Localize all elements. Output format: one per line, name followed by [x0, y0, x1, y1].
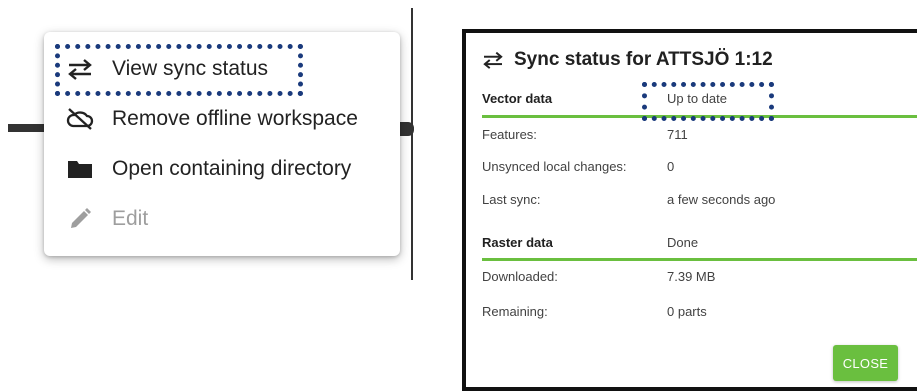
- background-divider: [8, 124, 48, 132]
- sync-arrows-icon: [482, 50, 506, 70]
- info-row-downloaded: Downloaded: 7.39 MB: [482, 269, 917, 299]
- section-divider: [482, 258, 917, 261]
- row-key: Unsynced local changes:: [482, 159, 627, 174]
- row-value: a few seconds ago: [667, 192, 776, 207]
- section-divider: [482, 115, 917, 118]
- section-heading: Raster data: [482, 235, 553, 250]
- menu-item-label: Open containing directory: [112, 157, 352, 180]
- row-value: 0: [667, 159, 675, 174]
- info-row-last-sync: Last sync: a few seconds ago: [482, 192, 917, 222]
- row-value: 711: [667, 127, 688, 142]
- row-key: Remaining:: [482, 304, 548, 319]
- cloud-off-icon: [66, 105, 94, 133]
- info-row-remaining: Remaining: 0 parts: [482, 304, 917, 334]
- row-value: 7.39 MB: [667, 269, 716, 284]
- menu-item-label: View sync status: [112, 57, 269, 80]
- menu-item-view-sync-status[interactable]: View sync status: [44, 44, 400, 94]
- background-handle: [400, 122, 414, 136]
- info-row-features: Features: 711: [482, 127, 917, 157]
- dialog-title: Sync status for ATTSJÖ 1:12: [482, 49, 773, 71]
- section-heading: Vector data: [482, 91, 553, 106]
- row-key: Last sync:: [482, 192, 541, 207]
- folder-icon: [66, 155, 94, 183]
- context-menu: View sync status Remove offline workspac…: [44, 32, 400, 256]
- info-row-unsynced-changes: Unsynced local changes: 0: [482, 159, 917, 189]
- status-value: Done: [667, 235, 699, 250]
- row-key: Features:: [482, 127, 537, 142]
- menu-item-label: Remove offline workspace: [112, 107, 358, 130]
- menu-item-remove-offline-workspace[interactable]: Remove offline workspace: [44, 94, 400, 144]
- pencil-icon: [66, 205, 94, 233]
- sync-status-dialog: Sync status for ATTSJÖ 1:12 Vector data …: [466, 33, 917, 387]
- menu-item-edit[interactable]: Edit: [44, 194, 400, 244]
- close-button[interactable]: CLOSE: [833, 345, 898, 381]
- menu-item-label: Edit: [112, 207, 149, 230]
- menu-item-open-containing-directory[interactable]: Open containing directory: [44, 144, 400, 194]
- row-value: 0 parts: [667, 304, 707, 319]
- sync-arrows-icon: [66, 55, 94, 83]
- background-divider-vertical: [411, 8, 413, 280]
- status-value: Up to date: [667, 91, 727, 106]
- dialog-title-text: Sync status for ATTSJÖ 1:12: [514, 49, 773, 70]
- row-key: Downloaded:: [482, 269, 558, 284]
